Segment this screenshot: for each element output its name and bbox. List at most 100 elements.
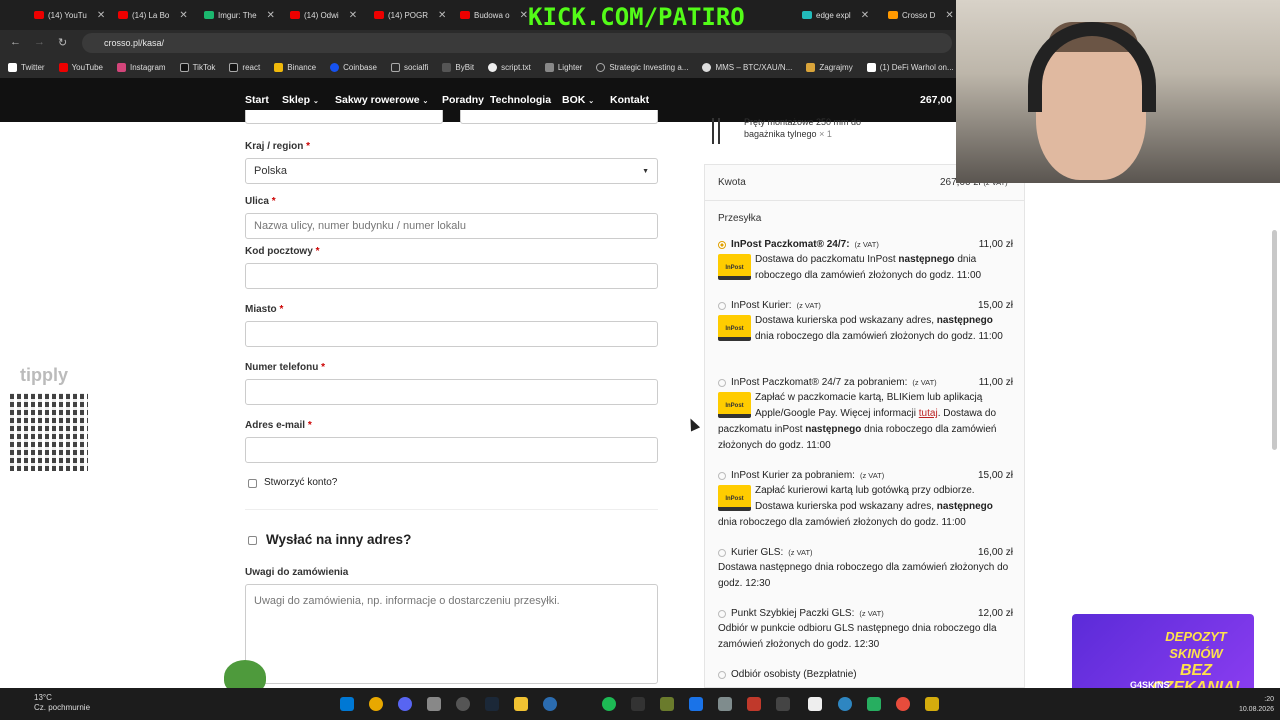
shipping-option[interactable]: Kurier GLS: (z VAT) 16,00 zł Dostawa nast… xyxy=(718,547,1013,592)
app-icon[interactable] xyxy=(925,697,939,711)
radio-button[interactable] xyxy=(718,609,726,618)
back-icon[interactable]: ← xyxy=(10,36,21,48)
divider xyxy=(245,509,658,510)
app-icon[interactable] xyxy=(689,697,703,711)
bookmark[interactable]: YouTube xyxy=(58,62,103,72)
radio-button[interactable] xyxy=(718,670,726,679)
chrome-icon[interactable] xyxy=(369,697,383,711)
browser-tab[interactable]: (14) YouTu ✕ xyxy=(34,4,105,26)
radio-button[interactable] xyxy=(718,301,726,310)
browser-tab[interactable]: Budowa o ✕ xyxy=(460,4,528,26)
bookmark[interactable]: Instagram xyxy=(117,62,166,72)
bookmark[interactable]: Zagrajmy xyxy=(806,62,853,72)
app-icon[interactable] xyxy=(747,697,761,711)
close-icon[interactable]: ✕ xyxy=(349,10,357,21)
cart-total[interactable]: 267,00 xyxy=(920,94,952,106)
bookmark[interactable]: TikTok xyxy=(179,62,215,72)
nav-support[interactable]: BOK ⌄ xyxy=(562,94,594,106)
zip-input[interactable] xyxy=(245,263,658,289)
app-icon[interactable] xyxy=(867,697,881,711)
nav-shop[interactable]: Sklep ⌄ xyxy=(282,94,319,106)
bookmark[interactable]: Twitter xyxy=(8,62,45,72)
nav-contact[interactable]: Kontakt xyxy=(610,94,649,106)
city-input[interactable] xyxy=(245,321,658,347)
app-icon[interactable] xyxy=(456,697,470,711)
loading-icon xyxy=(596,62,606,72)
shipping-price: 15,00 zł xyxy=(977,470,1013,481)
close-icon[interactable]: ✕ xyxy=(520,10,528,21)
notes-textarea[interactable]: Uwagi do zamówienia, np. informacje o do… xyxy=(245,584,658,684)
start-icon[interactable] xyxy=(340,697,354,711)
bookmark[interactable]: Coinbase xyxy=(330,62,377,72)
bookmark[interactable]: MMS – BTC/XAU/N... xyxy=(702,62,792,72)
clock[interactable]: :20 10.08.2026 xyxy=(1222,695,1274,715)
steam-icon[interactable] xyxy=(485,697,499,711)
shipping-option[interactable]: InPost Kurier: (z VAT) 15,00 zł InPost Dos… xyxy=(718,300,1013,345)
close-icon[interactable]: ✕ xyxy=(179,10,187,21)
x-icon xyxy=(866,62,876,72)
weather-widget[interactable]: 13°C Cz. pochmurnie xyxy=(12,693,90,713)
page-scrollbar[interactable] xyxy=(1272,230,1277,450)
nav-technology[interactable]: Technologia xyxy=(490,94,551,106)
browser-tab[interactable]: (14) POGR ✕ xyxy=(374,4,446,26)
bookmark[interactable]: Binance xyxy=(274,62,316,72)
phone-input[interactable] xyxy=(245,379,658,405)
email-input[interactable] xyxy=(245,437,658,463)
close-icon[interactable]: ✕ xyxy=(267,10,275,21)
coinbase-icon xyxy=(330,62,340,72)
close-icon[interactable]: ✕ xyxy=(945,10,953,21)
radio-button[interactable] xyxy=(718,378,726,387)
street-input[interactable]: Nazwa ulicy, numer budynku / numer lokal… xyxy=(245,213,658,239)
folder-icon[interactable] xyxy=(514,697,528,711)
previous-field[interactable] xyxy=(245,110,443,124)
bookmark[interactable]: (1) DeFi Warhol on... xyxy=(866,62,954,72)
close-icon[interactable]: ✕ xyxy=(861,10,869,21)
app-icon[interactable] xyxy=(543,697,557,711)
previous-field[interactable] xyxy=(460,110,658,124)
app-icon[interactable] xyxy=(776,697,790,711)
app-icon[interactable] xyxy=(896,697,910,711)
browser-tab[interactable]: Imgur: The ✕ xyxy=(204,4,275,26)
nav-tips[interactable]: Poradny xyxy=(442,94,484,106)
more-info-link[interactable]: tutaj xyxy=(919,408,938,419)
ship-other-checkbox[interactable] xyxy=(248,536,257,545)
shipping-option[interactable]: InPost Paczkomat® 24/7: (z VAT) 11,00 zł … xyxy=(718,239,1013,284)
bookmark[interactable]: react xyxy=(229,62,260,72)
spotify-icon[interactable] xyxy=(602,697,616,711)
radio-button[interactable] xyxy=(718,548,726,557)
browser-tab[interactable]: Crosso D ✕ xyxy=(888,4,954,26)
app-icon[interactable] xyxy=(427,697,441,711)
bookmark[interactable]: Strategic Investing a... xyxy=(596,62,688,72)
shipping-option[interactable]: Punkt Szybkiej Paczki GLS: (z VAT) 12,00 … xyxy=(718,608,1013,653)
close-icon[interactable]: ✕ xyxy=(438,10,446,21)
country-select[interactable]: Polska ▼ xyxy=(245,158,658,184)
reload-icon[interactable]: ↻ xyxy=(58,36,67,49)
app-icon[interactable] xyxy=(838,697,852,711)
browser-tab[interactable]: (14) Odwi ✕ xyxy=(290,4,357,26)
nav-bags[interactable]: Sakwy rowerowe ⌄ xyxy=(335,94,428,106)
forward-icon[interactable]: → xyxy=(34,36,45,48)
nav-start[interactable]: Start xyxy=(245,94,269,106)
app-icon[interactable] xyxy=(631,697,645,711)
shipping-option[interactable]: InPost Paczkomat® 24/7 za pobraniem: (z … xyxy=(718,377,1013,454)
app-icon[interactable] xyxy=(660,697,674,711)
browser-tab[interactable]: edge expl ✕ xyxy=(802,4,869,26)
bookmark[interactable]: script.txt xyxy=(488,62,531,72)
inpost-logo: InPost xyxy=(718,254,751,280)
edge-icon xyxy=(802,11,812,19)
radio-button[interactable] xyxy=(718,471,726,480)
discord-icon[interactable] xyxy=(398,697,412,711)
shipping-option[interactable]: InPost Kurier za pobraniem: (z VAT) 15,00… xyxy=(718,470,1013,531)
bookmark[interactable]: Lighter xyxy=(544,62,582,72)
app-icon[interactable] xyxy=(808,697,822,711)
create-account-checkbox[interactable] xyxy=(248,479,257,488)
inpost-logo: InPost xyxy=(718,485,751,511)
radio-selected[interactable] xyxy=(718,240,726,249)
bookmark[interactable]: ByBit xyxy=(442,62,474,72)
url-input[interactable]: crosso.pl/kasa/ xyxy=(82,33,952,53)
bookmark[interactable]: socialfi xyxy=(390,62,428,72)
app-icon[interactable] xyxy=(718,697,732,711)
shipping-option[interactable]: Odbiór osobisty (Bezpłatnie) xyxy=(718,669,1013,680)
close-icon[interactable]: ✕ xyxy=(97,10,105,21)
browser-tab[interactable]: (14) La Bo ✕ xyxy=(118,4,188,26)
